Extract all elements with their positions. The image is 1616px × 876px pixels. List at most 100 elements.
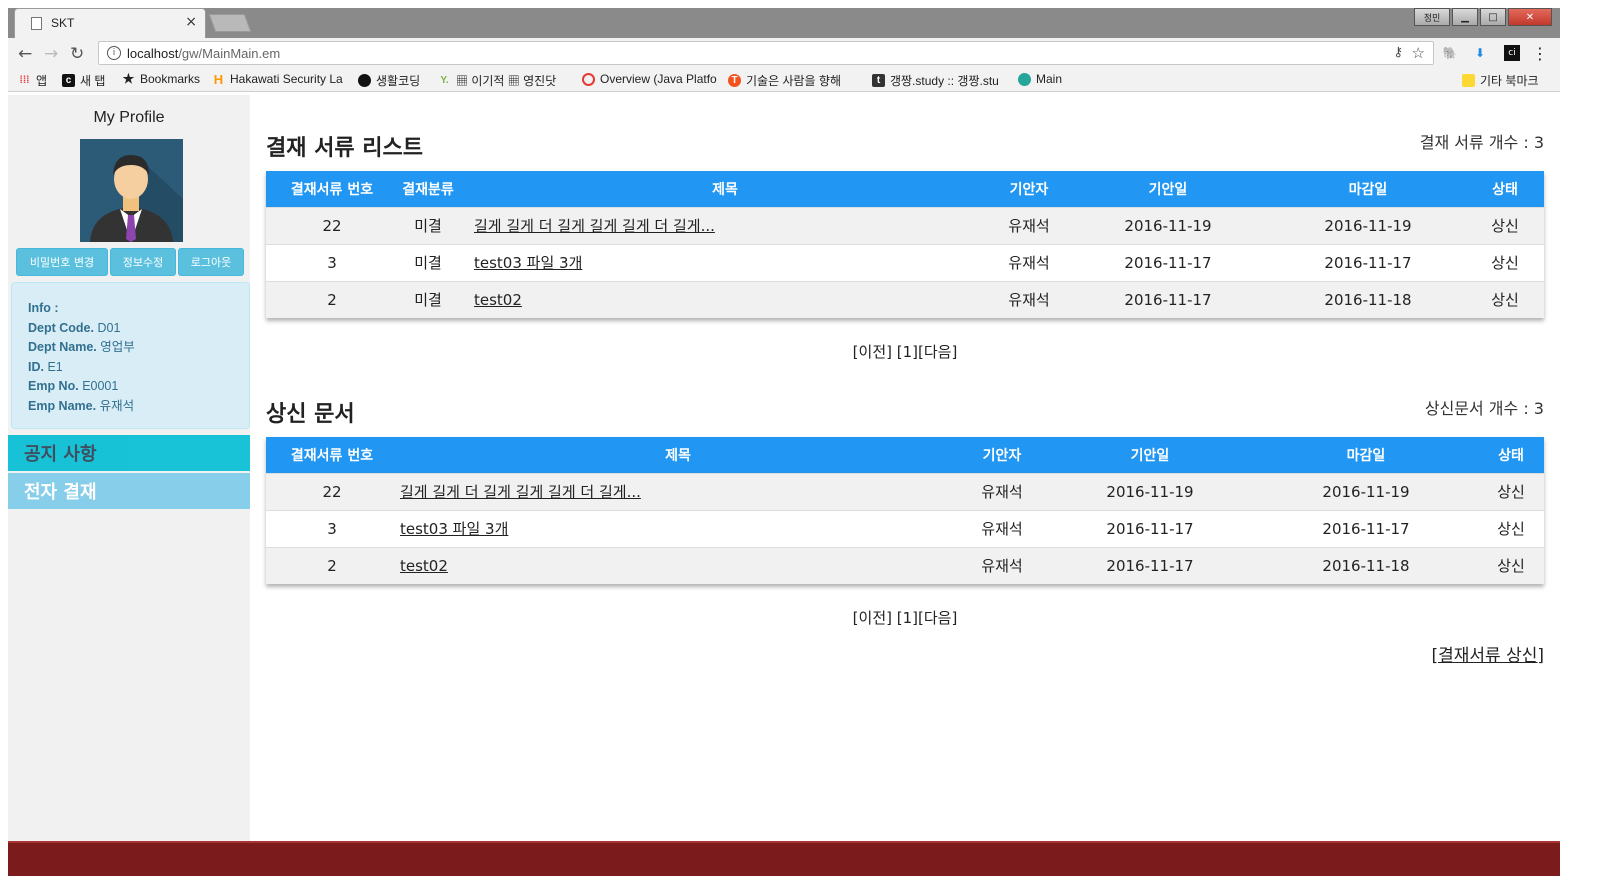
doc-title-link[interactable]: test02: [474, 291, 522, 309]
col-header: 결재서류 번호: [266, 437, 398, 473]
prev-page-link[interactable]: [이전]: [853, 609, 892, 627]
doc-no: 22: [266, 472, 398, 510]
col-header: 기안자: [958, 437, 1046, 473]
table-header-row: 결재서류 번호 결재분류 제목 기안자 기안일 마감일 상태: [266, 171, 1544, 207]
doc-due-date: 2016-11-19: [1254, 472, 1478, 510]
black-circle-icon: [358, 74, 371, 87]
submitted-docs-title: 상신 문서: [266, 402, 355, 427]
profile-title: My Profile: [93, 109, 165, 126]
dept-name-label: Dept Name.: [28, 340, 97, 354]
doc-title-cell: test02: [458, 280, 992, 318]
apps-grid-icon: ⁞⁞⁞: [19, 75, 30, 86]
reload-icon[interactable]: ↻: [70, 44, 84, 64]
tab-close-icon[interactable]: ×: [185, 14, 197, 30]
evernote-icon[interactable]: 🐘: [1442, 45, 1458, 61]
table-row: 3 미결 test03 파일 3개 유재석 2016-11-17 2016-11…: [266, 243, 1544, 281]
bookmark-coding[interactable]: 생활코딩: [358, 72, 420, 89]
bookmark-tech[interactable]: T 기술은 사람을 향해: [728, 72, 841, 89]
bookmark-new-tab[interactable]: c새 탭: [62, 72, 105, 89]
user-profile-button[interactable]: 정민: [1414, 8, 1450, 26]
doc-status: 상신: [1466, 243, 1544, 281]
change-password-button[interactable]: 비밀번호 변경: [16, 248, 108, 276]
dept-name-value: 영업부: [100, 340, 135, 354]
submit-approval-doc-link[interactable]: [결재서류 상신]: [1431, 641, 1544, 666]
download-icon[interactable]: ⬇: [1472, 45, 1488, 61]
info-heading: Info :: [28, 301, 59, 315]
doc-drafter: 유재석: [958, 472, 1046, 510]
next-page-link[interactable]: [다음]: [918, 609, 957, 627]
col-header: 상태: [1478, 437, 1544, 473]
doc-title-link[interactable]: 길게 길게 더 길게 길게 길게 더 길게...: [400, 483, 641, 501]
doc-category: 미결: [398, 243, 458, 281]
extension-icon[interactable]: ci: [1504, 45, 1520, 61]
bookmarks-bar: ⁞⁞⁞ 앱 c새 탭 ★ Bookmarks H Hakawati Security …: [8, 68, 1560, 92]
edit-info-button[interactable]: 정보수정: [110, 248, 176, 276]
doc-due-date: 2016-11-17: [1270, 243, 1466, 281]
y-logo-icon: Y.: [440, 75, 449, 86]
table-row: 2 미결 test02 유재석 2016-11-17 2016-11-18 상신: [266, 280, 1544, 318]
back-arrow-icon[interactable]: ←: [18, 44, 32, 64]
doc-status: 상신: [1478, 472, 1544, 510]
bookmark-bookmarks[interactable]: ★ Bookmarks: [122, 71, 200, 86]
doc-title-link[interactable]: test03 파일 3개: [400, 520, 508, 538]
page-1-link[interactable]: [1]: [897, 343, 918, 361]
doc-drafter: 유재석: [958, 509, 1046, 547]
info-icon[interactable]: i: [107, 46, 121, 60]
doc-draft-date: 2016-11-19: [1066, 206, 1270, 244]
maximize-icon[interactable]: □: [1480, 8, 1506, 26]
url-text: localhost/gw/MainMain.em: [127, 46, 281, 61]
doc-draft-date: 2016-11-19: [1046, 472, 1254, 510]
next-page-link[interactable]: [다음]: [918, 343, 957, 361]
col-header: 결재서류 번호: [266, 171, 398, 207]
doc-title-cell: test02: [398, 546, 958, 584]
table-row: 2 test02 유재석 2016-11-17 2016-11-18 상신: [266, 546, 1544, 584]
doc-no: 3: [266, 243, 398, 281]
forward-arrow-icon[interactable]: →: [44, 44, 58, 64]
bookmark-study[interactable]: t 갱짱.study :: 갱짱.stu: [872, 72, 999, 89]
globe-icon: [1018, 72, 1031, 86]
bookmark-java[interactable]: Overview (Java Platfo: [582, 72, 717, 86]
sidebar-item-notice[interactable]: 공지 사항: [8, 435, 250, 471]
profile-info-box: Info : Dept Code. D01 Dept Name. 영업부 ID.…: [11, 282, 250, 429]
browser-tab[interactable]: SKT ×: [14, 8, 206, 38]
oracle-icon: [582, 72, 595, 86]
menu-kebab-icon[interactable]: ⋮: [1532, 44, 1548, 63]
doc-due-date: 2016-11-19: [1270, 206, 1466, 244]
window-controls: 정민 ▁ □ ✕: [1414, 8, 1552, 26]
doc-drafter: 유재석: [992, 243, 1066, 281]
doc-draft-date: 2016-11-17: [1046, 546, 1254, 584]
bookmark-hakawati[interactable]: H Hakawati Security La: [212, 71, 343, 87]
bookmark-main[interactable]: Main: [1018, 72, 1062, 86]
bookmark-other[interactable]: 기타 북마크: [1462, 72, 1539, 89]
col-header: 마감일: [1254, 437, 1478, 473]
sidebar-item-approval[interactable]: 전자 결재: [8, 473, 250, 509]
doc-title-link[interactable]: test02: [400, 557, 448, 575]
minimize-icon[interactable]: ▁: [1452, 8, 1478, 26]
page-1-link[interactable]: [1]: [897, 609, 918, 627]
browser-toolbar: ← → ↻ i localhost/gw/MainMain.em ⚷ ☆ 🐘 ⬇…: [8, 38, 1560, 68]
table-row: 22 미결 길게 길게 더 길게 길게 길게 더 길게... 유재석 2016-…: [266, 206, 1544, 244]
doc-status: 상신: [1478, 546, 1544, 584]
doc-title-link[interactable]: 길게 길게 더 길게 길게 길게 더 길게...: [474, 217, 715, 235]
dept-code-value: D01: [97, 320, 121, 335]
emp-no-value: E0001: [82, 379, 119, 393]
prev-page-link[interactable]: [이전]: [853, 343, 892, 361]
doc-due-date: 2016-11-17: [1254, 509, 1478, 547]
doc-no: 2: [266, 280, 398, 318]
logout-button[interactable]: 로그아웃: [178, 248, 244, 276]
user-avatar-icon: [80, 139, 183, 242]
table-header-row: 결재서류 번호 제목 기안자 기안일 마감일 상태: [266, 437, 1544, 473]
doc-category: 미결: [398, 206, 458, 244]
h-logo-icon: H: [213, 71, 224, 87]
bookmark-star-icon[interactable]: ☆: [1412, 44, 1425, 62]
close-window-icon[interactable]: ✕: [1508, 8, 1552, 26]
page-icon: [31, 17, 42, 30]
bookmark-apps[interactable]: ⁞⁞⁞ 앱: [18, 72, 48, 89]
bookmark-yj[interactable]: Y. ▦ 이기적 ▦ 영진닷: [438, 72, 556, 89]
new-tab-button[interactable]: [208, 14, 252, 32]
key-icon[interactable]: ⚷: [1393, 45, 1403, 60]
doc-title-link[interactable]: test03 파일 3개: [474, 254, 582, 272]
doc-category: 미결: [398, 280, 458, 318]
address-bar[interactable]: i localhost/gw/MainMain.em ⚷ ☆: [98, 41, 1434, 65]
doc-title-cell: test03 파일 3개: [398, 509, 958, 547]
